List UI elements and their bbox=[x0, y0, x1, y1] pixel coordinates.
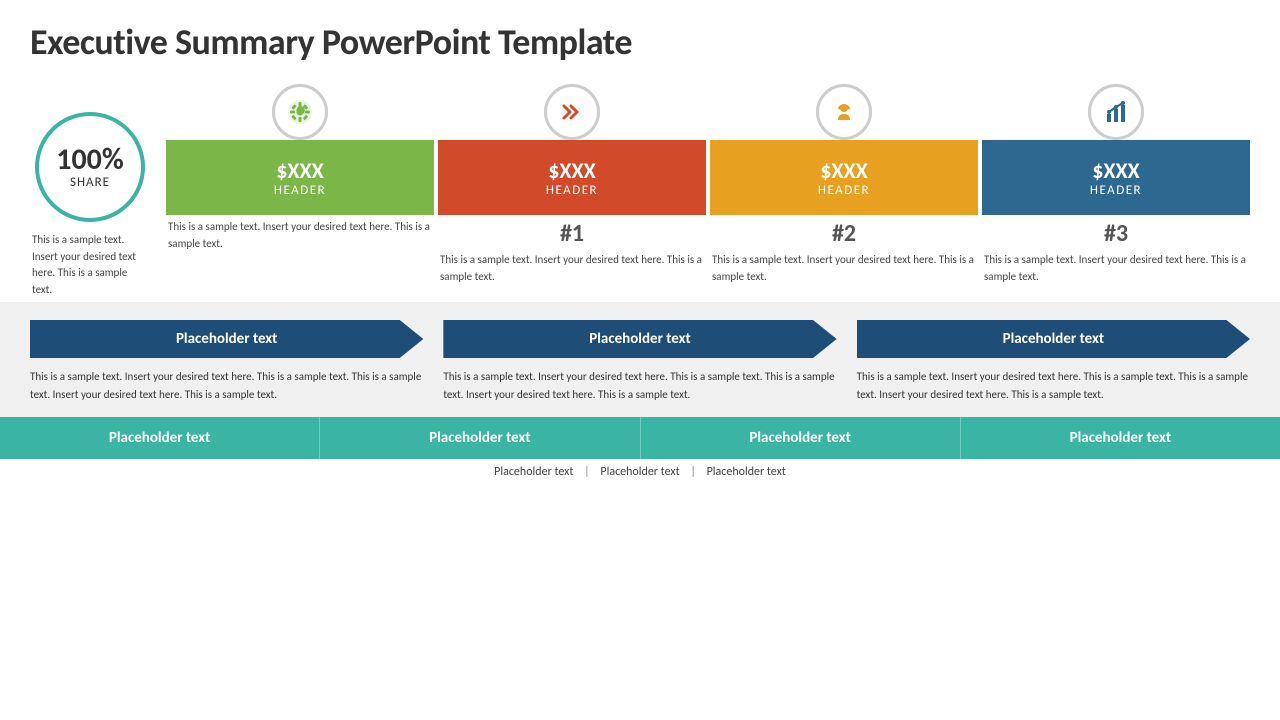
cards-area: $XXX HEADER This is a sample text. Inser… bbox=[166, 82, 1250, 289]
card-2: $XXX HEADER #1 This is a sample text. In… bbox=[438, 112, 706, 289]
mid-col-1: Placeholder text This is a sample text. … bbox=[30, 320, 423, 403]
mid-banner-3: Placeholder text bbox=[857, 320, 1250, 358]
footer-link-1[interactable]: Placeholder text bbox=[494, 465, 573, 479]
slide: Executive Summary PowerPoint Template 10… bbox=[0, 0, 1280, 720]
card-4-description: This is a sample text. Insert your desir… bbox=[982, 248, 1250, 289]
card-1-block: $XXX HEADER bbox=[166, 140, 434, 215]
bottom-bar-2: Placeholder text bbox=[320, 417, 640, 459]
footer-link-2[interactable]: Placeholder text bbox=[600, 465, 679, 479]
card-4-block: $XXX HEADER bbox=[982, 140, 1250, 215]
card-3-block: $XXX HEADER bbox=[710, 140, 978, 215]
share-circle: 100% SHARE bbox=[35, 112, 145, 222]
card-4-header: HEADER bbox=[1090, 183, 1142, 198]
mid-desc-1: This is a sample text. Insert your desir… bbox=[30, 368, 423, 403]
footer-link-3[interactable]: Placeholder text bbox=[707, 465, 786, 479]
page-title: Executive Summary PowerPoint Template bbox=[30, 20, 1250, 64]
footer-links: Placeholder text | Placeholder text | Pl… bbox=[30, 459, 1250, 483]
card-3-header: HEADER bbox=[818, 183, 870, 198]
top-area: 100% SHARE This is a sample text. Insert… bbox=[30, 82, 1250, 302]
card-2-header: HEADER bbox=[546, 183, 598, 198]
bottom-bar-section: Placeholder text Placeholder text Placeh… bbox=[0, 417, 1280, 459]
mid-desc-3: This is a sample text. Insert your desir… bbox=[857, 368, 1250, 403]
card-4-icon-circle bbox=[1088, 84, 1144, 140]
card-1-icon-circle bbox=[272, 84, 328, 140]
mid-desc-2: This is a sample text. Insert your desir… bbox=[443, 368, 836, 403]
card-2-description: This is a sample text. Insert your desir… bbox=[438, 248, 706, 289]
leaf-icon bbox=[286, 98, 314, 126]
mid-col-2: Placeholder text This is a sample text. … bbox=[443, 320, 836, 403]
card-1: $XXX HEADER This is a sample text. Inser… bbox=[166, 112, 434, 289]
card-2-block: $XXX HEADER bbox=[438, 140, 706, 215]
card-3: $XXX HEADER #2 This is a sample text. In… bbox=[710, 112, 978, 289]
card-4-value: $XXX bbox=[1092, 159, 1140, 183]
circle-description: This is a sample text. Insert your desir… bbox=[30, 228, 150, 302]
arrows-icon bbox=[558, 98, 586, 126]
card-3-description: This is a sample text. Insert your desir… bbox=[710, 248, 978, 289]
circle-section: 100% SHARE This is a sample text. Insert… bbox=[30, 82, 150, 302]
card-2-icon-circle bbox=[544, 84, 600, 140]
circle-label: SHARE bbox=[70, 175, 110, 190]
card-3-icon-circle bbox=[816, 84, 872, 140]
card-3-value: $XXX bbox=[820, 159, 868, 183]
bottom-bar-1: Placeholder text bbox=[0, 417, 320, 459]
mid-section: Placeholder text This is a sample text. … bbox=[0, 302, 1280, 417]
card-2-value: $XXX bbox=[548, 159, 596, 183]
chart-icon bbox=[1102, 98, 1130, 126]
card-3-rank: #2 bbox=[710, 219, 978, 248]
mid-banner-2: Placeholder text bbox=[443, 320, 836, 358]
card-4-rank: #3 bbox=[982, 219, 1250, 248]
card-4: $XXX HEADER #3 This is a sample text. In… bbox=[982, 112, 1250, 289]
card-1-value: $XXX bbox=[276, 159, 324, 183]
card-1-description: This is a sample text. Insert your desir… bbox=[166, 215, 434, 256]
mid-col-3: Placeholder text This is a sample text. … bbox=[857, 320, 1250, 403]
bottom-bar-3: Placeholder text bbox=[641, 417, 961, 459]
card-1-header: HEADER bbox=[274, 183, 326, 198]
person-icon bbox=[830, 98, 858, 126]
circle-percent: 100% bbox=[56, 145, 124, 175]
card-2-rank: #1 bbox=[438, 219, 706, 248]
mid-banner-1: Placeholder text bbox=[30, 320, 423, 358]
bottom-bar-4: Placeholder text bbox=[961, 417, 1280, 459]
